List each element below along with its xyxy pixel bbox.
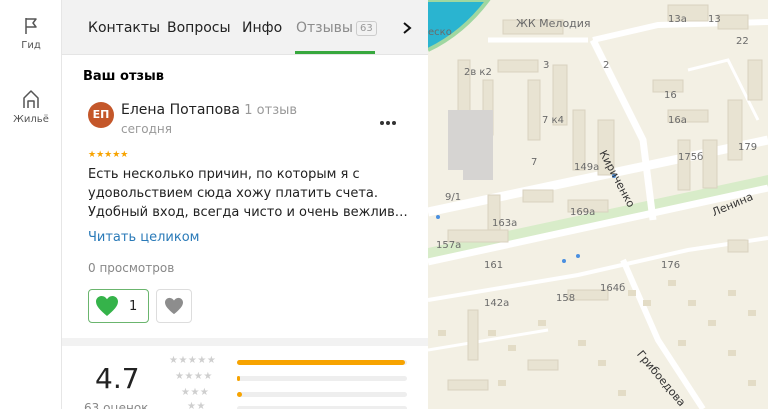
average-rating: 4.7 <box>95 362 140 395</box>
heart-icon <box>96 296 118 316</box>
tab-reviews[interactable]: Отзывы 63 <box>296 20 377 36</box>
broken-heart-icon <box>165 297 183 315</box>
rating-bar-row: ★★★★★ <box>169 355 409 369</box>
map-label: 142а <box>484 298 510 309</box>
tab-contacts[interactable]: Контакты <box>88 20 160 36</box>
review-stars: ★★★★★ <box>88 150 129 160</box>
tab-bar: Контакты Вопросы Инфо Отзывы 63 <box>62 0 428 55</box>
map-label: 161 <box>484 260 504 271</box>
map-label: 157а <box>436 240 462 251</box>
left-rail: Гид Жильё <box>0 0 62 409</box>
map-label: 149а <box>574 162 600 173</box>
rating-bar-track <box>237 392 407 397</box>
map-label: 2 <box>603 60 610 71</box>
map-label: 176 <box>661 260 681 271</box>
map-label: 13 <box>708 14 721 25</box>
map-label: 3 <box>543 60 550 71</box>
tab-questions[interactable]: Вопросы <box>167 20 231 36</box>
map-label: 16 <box>664 90 677 101</box>
rating-bar-fill <box>237 360 406 365</box>
more-options-button[interactable] <box>380 110 400 125</box>
read-more-link[interactable]: Читать целиком <box>88 230 199 245</box>
housing-icon <box>23 90 39 108</box>
map-label: 179 <box>738 142 758 153</box>
chevron-right-icon[interactable] <box>400 20 414 36</box>
section-title: Ваш отзыв <box>83 69 165 84</box>
map-label: ЖК Мелодия <box>516 17 591 30</box>
section-divider <box>62 338 428 346</box>
place-panel: Контакты Вопросы Инфо Отзывы 63 Ваш отзыв… <box>62 0 428 409</box>
review-author[interactable]: Елена Потапова <box>121 102 240 118</box>
map-label: 163а <box>492 218 518 229</box>
rating-bar-fill <box>237 392 243 397</box>
map-label: еско <box>428 27 452 38</box>
map-label: 7 к4 <box>542 115 564 126</box>
rating-bar-row: ★★ <box>169 401 409 409</box>
review-text-line: удовольствием сюда хожу платить счета. <box>88 186 379 201</box>
map-label: 7 <box>531 157 538 168</box>
rail-item-label: Гид <box>21 40 41 51</box>
rail-item-housing[interactable]: Жильё <box>0 88 62 125</box>
map-label: 175б <box>678 152 704 163</box>
rating-bar-stars: ★★ <box>187 401 206 409</box>
review-text: Есть несколько причин, по которым я с уд… <box>88 165 408 222</box>
tab-reviews-label: Отзывы <box>296 20 353 36</box>
ratings-count: 63 оценок <box>84 401 149 409</box>
like-count: 1 <box>129 299 138 314</box>
rating-bar-row: ★★★ <box>169 387 409 401</box>
flag-icon <box>25 18 37 34</box>
like-button[interactable]: 1 <box>88 289 149 323</box>
rating-bar-row: ★★★★ <box>169 371 409 385</box>
tab-reviews-count: 63 <box>355 21 377 36</box>
rail-item-guide[interactable]: Гид <box>0 16 62 51</box>
map-view[interactable]: еско ЖК Мелодия 13а 13 22 2в к2 3 2 16 7… <box>428 0 768 409</box>
map-label: 158 <box>556 293 576 304</box>
map-label: 164б <box>600 283 626 294</box>
rail-item-label: Жильё <box>13 114 49 125</box>
active-tab-indicator <box>295 51 375 54</box>
author-review-count: · 1 отзыв <box>236 103 298 118</box>
dislike-button[interactable] <box>156 289 192 323</box>
rating-bar-stars: ★★★★★ <box>169 355 217 366</box>
review-text-line: Удобный вход, всегда чисто и очень вежли… <box>88 205 408 220</box>
review-text-line: Есть несколько причин, по которым я с <box>88 167 360 182</box>
rating-bar-fill <box>237 376 241 381</box>
rating-bar-stars: ★★★ <box>181 387 210 398</box>
map-label: 169а <box>570 207 596 218</box>
views-count: 0 просмотров <box>88 261 175 275</box>
map-label: 2в к2 <box>464 67 492 78</box>
map-label: 16а <box>668 115 687 126</box>
rating-bar-stars: ★★★★ <box>175 371 213 382</box>
review-date: сегодня <box>121 122 172 136</box>
map-label: 9/1 <box>445 192 462 203</box>
avatar[interactable]: ЕП <box>88 102 114 128</box>
rating-bar-track <box>237 360 407 365</box>
map-label: 13а <box>668 14 687 25</box>
tab-info[interactable]: Инфо <box>242 20 282 36</box>
map-label: 22 <box>736 36 749 47</box>
rating-bar-track <box>237 376 407 381</box>
